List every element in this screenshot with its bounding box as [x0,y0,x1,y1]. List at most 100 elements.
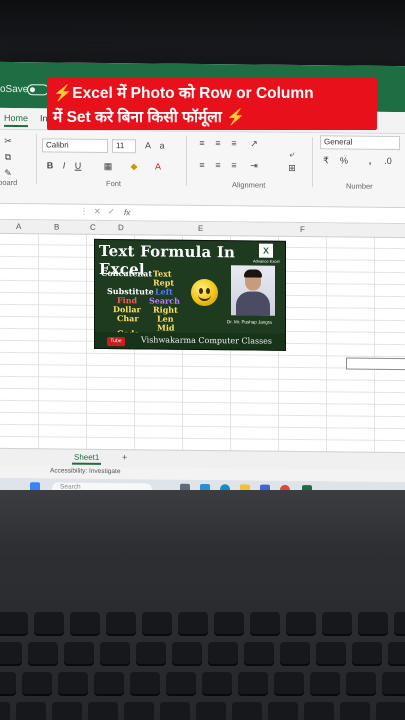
caption-line-2: में Set करे बिना किसी फॉर्मूला ⚡ [53,109,246,126]
align-right-icon[interactable]: ≡ [228,160,240,170]
laptop-bezel [0,0,405,66]
keyboard-key [250,612,280,634]
align-top-icon[interactable]: ≡ [196,138,208,148]
keyboard-key [160,702,190,720]
fill-color-icon[interactable]: ◆ [128,161,140,171]
keyboard-key [0,702,10,720]
align-middle-icon[interactable]: ≡ [212,138,224,148]
cut-icon[interactable]: ✂ [2,136,14,146]
keyboard-key [124,702,154,720]
smiley-icon [191,278,218,307]
bold-button[interactable]: B [44,160,56,170]
keyboard-key [208,642,238,664]
font-name-select[interactable]: Calibri [42,138,108,154]
column-header[interactable]: A [16,222,21,231]
comma-style-icon[interactable]: , [364,156,376,166]
column-header[interactable]: F [300,225,305,234]
keyboard-key [106,612,136,634]
format-painter-icon[interactable]: ✎ [2,168,14,178]
keyboard-key [376,702,405,720]
keyboard-key [352,642,382,664]
author-name: Dr. Mr. Pushap Jangra [227,319,272,325]
photo-of-laptop-screen: oSave Home Insert ✂ ⧉ ✎ Calibri 11 A a B… [0,0,405,720]
keyboard-key [382,672,405,694]
keyboard-key [244,642,274,664]
accessibility-status[interactable]: Accessibility: Investigate [50,467,120,475]
keyboard-key [202,672,232,694]
align-left-icon[interactable]: ≡ [196,160,208,170]
orientation-icon[interactable]: ↗ [248,138,260,148]
merge-center-icon[interactable]: ⊞ [286,163,298,173]
sheet-tab-sheet1[interactable]: Sheet1 [72,451,102,465]
borders-icon[interactable]: ▦ [102,161,114,171]
youtube-badge-icon: Tube [107,336,125,347]
percent-icon[interactable]: % [338,155,350,165]
excel-logo-icon: X [259,243,273,258]
inserted-picture[interactable]: Text Formula In Excel X Advance Excel Co… [94,238,286,351]
enter-icon[interactable]: ✓ [108,207,115,216]
increase-font-icon[interactable]: A [142,140,154,150]
keyboard-key [22,672,52,694]
keyboard-key [172,642,202,664]
cancel-icon[interactable]: ✕ [94,207,101,216]
keyboard-key [88,702,118,720]
alignment-group-label: Alignment [232,180,266,190]
add-sheet-button[interactable]: + [122,452,127,462]
ribbon-divider [36,134,37,185]
formula-word: Concatenat [101,267,153,279]
formula-word: Mid [157,322,175,333]
italic-button[interactable]: I [58,160,70,171]
wrap-text-icon[interactable]: ⤶ [286,149,298,159]
keyboard-key [358,612,388,634]
keyboard-key [388,642,405,664]
autosave-label: oSave [0,83,29,96]
keyboard-key [34,612,64,634]
keyboard-key [286,612,316,634]
keyboard-key [52,702,82,720]
decrease-font-icon[interactable]: a [156,141,168,151]
column-header[interactable]: B [54,222,59,231]
currency-icon[interactable]: ₹ [320,155,332,165]
keyboard-key [28,642,58,664]
copy-icon[interactable]: ⧉ [2,152,14,162]
align-bottom-icon[interactable]: ≡ [228,138,240,148]
keyboard [0,612,405,720]
keyboard-key [346,672,376,694]
column-header[interactable]: E [198,224,203,233]
keyboard-key [178,612,208,634]
keyboard-key [70,612,100,634]
clipboard-group-label: pboard [0,177,18,188]
tab-home[interactable]: Home [4,112,29,128]
autosave-toggle[interactable] [27,84,49,96]
keyboard-key [16,702,46,720]
decimal-icon[interactable]: .0 [382,156,394,166]
align-center-icon[interactable]: ≡ [212,160,224,170]
font-color-icon[interactable]: A [152,161,164,172]
keyboard-key [322,612,352,634]
name-box-handle[interactable]: ⋮ [80,207,88,216]
ribbon-divider [312,137,313,188]
font-size-select[interactable]: 11 [112,139,136,154]
number-format-select[interactable]: General [320,135,400,151]
keyboard-key [0,612,28,634]
keyboard-key [94,672,124,694]
column-header[interactable]: D [118,223,124,232]
underline-button[interactable]: U [72,161,84,171]
ribbon-divider [186,135,187,186]
keyboard-key [100,642,130,664]
number-group-label: Number [346,181,373,191]
font-group-label: Font [106,178,122,189]
keyboard-key [274,672,304,694]
keyboard-key [64,642,94,664]
indent-icon[interactable]: ⇥ [248,160,260,170]
column-header[interactable]: C [90,223,96,232]
keyboard-key [0,672,16,694]
selected-cell[interactable] [346,357,405,371]
keyboard-key [136,642,166,664]
keyboard-key [394,612,405,634]
keyboard-key [340,702,370,720]
author-photo [231,265,275,316]
insert-function-button[interactable]: fx [124,208,130,217]
keyboard-key [166,672,196,694]
keyboard-key [196,702,226,720]
